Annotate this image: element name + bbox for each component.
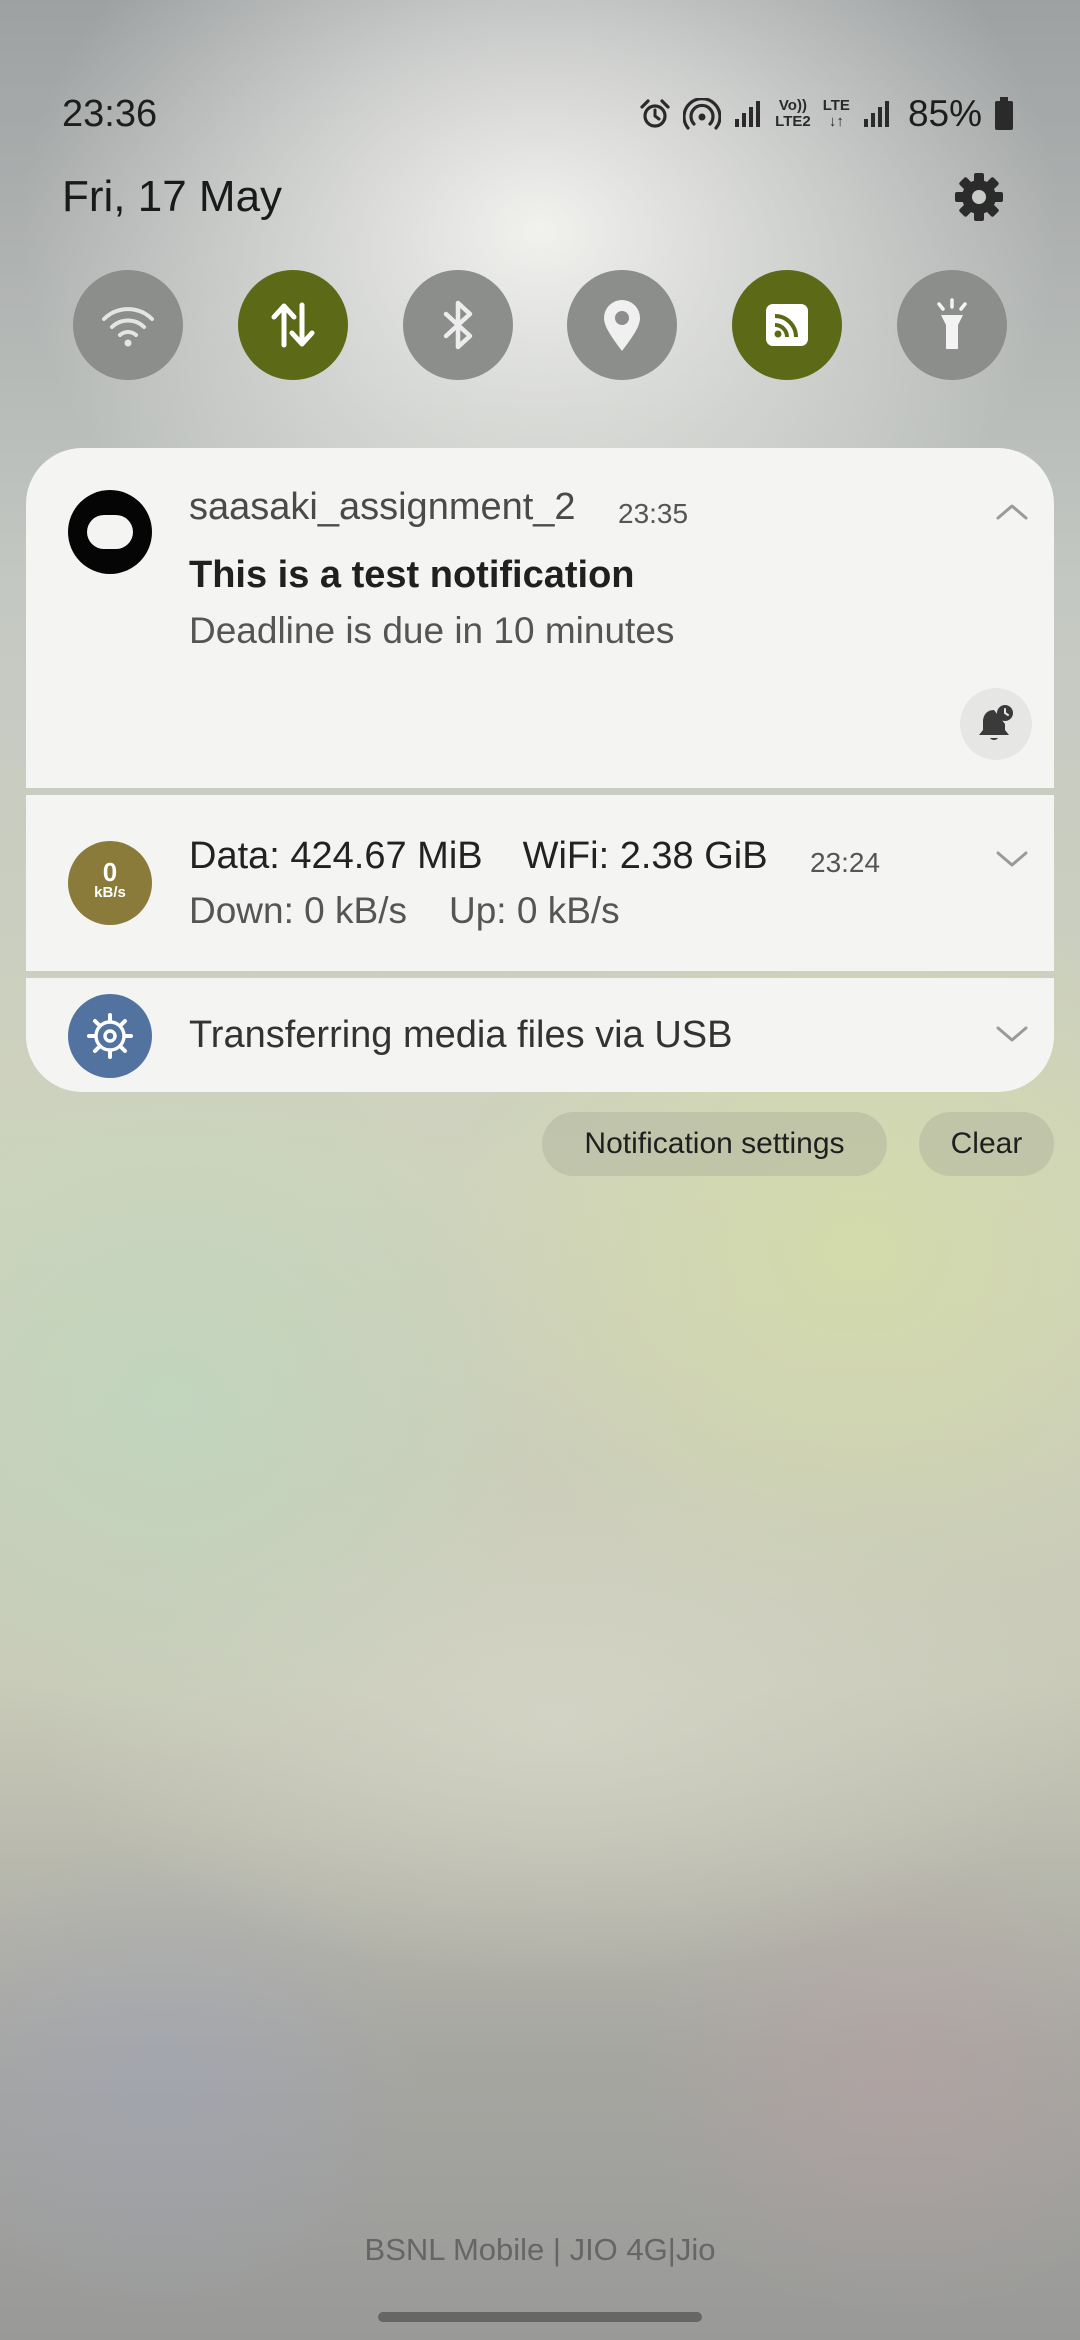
download-speed: Down: 0 kB/s (189, 890, 407, 931)
gear-icon (955, 173, 1003, 221)
location-toggle[interactable] (567, 270, 678, 380)
date-label: Fri, 17 May (62, 172, 283, 221)
data-transfer-icon (271, 302, 315, 348)
chevron-down-icon[interactable] (994, 1022, 1030, 1046)
quick-settings-row (73, 270, 1007, 380)
lte-arrows: ↓↑ (828, 113, 844, 130)
location-icon (604, 300, 641, 351)
usb-settings-icon (68, 994, 152, 1078)
mobile-data-toggle[interactable] (237, 270, 348, 380)
snooze-bell-icon (979, 705, 1013, 740)
data-monitor-notification[interactable]: 0 kB/s Data: 424.67 MiB WiFi: 2.38 GiB 23… (26, 795, 1054, 971)
nfc-icon (766, 304, 809, 346)
alarm-icon (640, 99, 670, 128)
app-notification[interactable]: saasaki_assignment_2 23:35 This is a tes… (26, 448, 1054, 788)
notification-settings-button[interactable]: Notification settings (542, 1112, 887, 1176)
speed-meter-icon: 0 kB/s (68, 841, 152, 925)
mobile-data-usage: Data: 424.67 MiB (189, 835, 483, 877)
nfc-toggle[interactable] (732, 270, 843, 380)
gear-icon (87, 1013, 133, 1059)
signal-icon (735, 101, 761, 127)
status-time: 23:36 (62, 93, 158, 135)
app-icon (68, 490, 152, 574)
chevron-down-icon[interactable] (994, 847, 1030, 871)
speed-line: Down: 0 kB/s Up: 0 kB/s (189, 890, 620, 932)
chevron-up-icon[interactable] (994, 500, 1030, 524)
usb-notification[interactable]: Transferring media files via USB (26, 978, 1054, 1092)
lte-label: LTE (822, 97, 850, 114)
home-indicator[interactable] (378, 2312, 702, 2322)
lte-data-icon: LTE ↓↑ (823, 98, 850, 130)
flashlight-toggle[interactable] (896, 270, 1007, 380)
speed-icon-value: 0 (102, 857, 118, 887)
battery-percent: 85% (907, 93, 982, 134)
upload-speed: Up: 0 kB/s (448, 890, 620, 931)
flashlight-icon (937, 298, 967, 349)
settings-button[interactable] (952, 170, 1006, 224)
snooze-button[interactable] (960, 688, 1032, 760)
data-usage-line: Data: 424.67 MiB WiFi: 2.38 GiB (189, 835, 768, 878)
notification-time: 23:35 (618, 498, 689, 529)
app-name: saasaki_assignment_2 (189, 486, 576, 528)
volte-top-label: Vo)) (778, 97, 807, 114)
speed-icon-unit: kB/s (94, 884, 126, 901)
usb-notification-text: Transferring media files via USB (189, 1014, 733, 1056)
signal-icon (863, 101, 889, 127)
data-monitor-time: 23:24 (810, 847, 881, 878)
bluetooth-toggle[interactable] (402, 270, 513, 380)
carrier-label: BSNL Mobile | JIO 4G|Jio (364, 2232, 716, 2267)
wifi-toggle[interactable] (73, 270, 183, 380)
battery-icon (995, 97, 1013, 130)
notification-title: This is a test notification (189, 554, 635, 596)
clear-button[interactable]: Clear (919, 1112, 1054, 1176)
bluetooth-icon (443, 300, 472, 350)
hotspot-icon (683, 98, 722, 130)
wifi-icon (102, 307, 154, 347)
volte-icon: Vo)) LTE2 (775, 98, 811, 130)
wifi-data-usage: WiFi: 2.38 GiB (522, 835, 768, 877)
notification-body: Deadline is due in 10 minutes (189, 610, 675, 651)
status-icons: Vo)) LTE2 LTE ↓↑ 85% (639, 92, 1014, 136)
volte-bottom-label: LTE2 (775, 113, 811, 130)
